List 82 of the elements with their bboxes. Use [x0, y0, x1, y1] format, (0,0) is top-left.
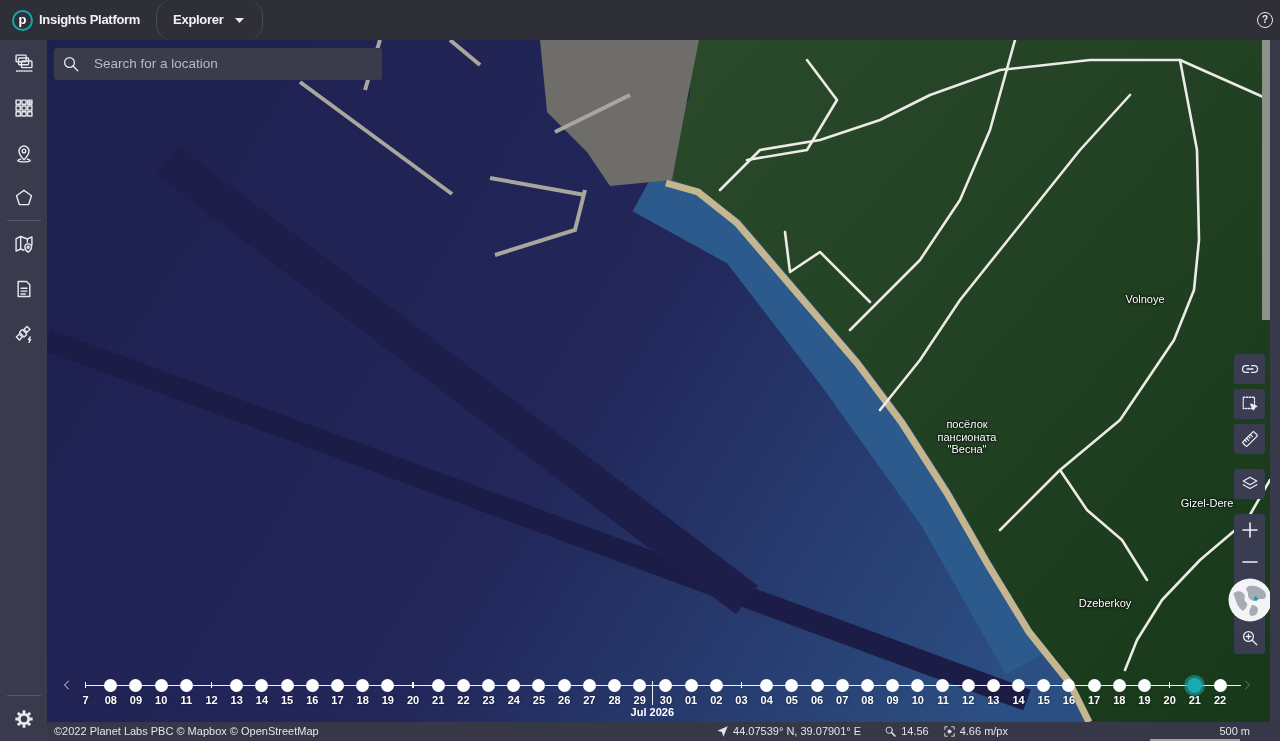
timeline-date[interactable]: 23 [476, 677, 502, 707]
timeline-date[interactable]: 17 [324, 677, 351, 707]
timeline-date[interactable]: 07 [829, 677, 855, 707]
timeline-date[interactable]: 17 [1081, 677, 1107, 707]
scale-text: 500 m [1219, 724, 1250, 739]
timeline-date[interactable]: 27 [576, 677, 602, 707]
measure-button[interactable] [1234, 424, 1265, 454]
logo: p [12, 9, 33, 31]
zoom-level-icon [885, 726, 897, 737]
timeline-date[interactable]: 15 [1031, 677, 1057, 707]
dashed-square-cursor-icon [1240, 395, 1259, 413]
timeline-date[interactable]: 7 [73, 677, 99, 707]
pentagon-icon [13, 187, 34, 208]
search-field[interactable]: Search for a location [54, 48, 382, 80]
plus-icon [1241, 522, 1258, 538]
timeline-date[interactable]: 10 [148, 677, 174, 707]
layers-button[interactable] [1234, 469, 1265, 499]
select-area-button[interactable] [1234, 389, 1265, 419]
folded-map-icon [13, 233, 34, 254]
map-place-label: Gizel-Dere [1180, 496, 1234, 510]
timeline-date[interactable]: 14 [249, 677, 275, 707]
timeline-date[interactable]: 22 [1207, 677, 1233, 707]
timeline-date[interactable]: 19 [375, 677, 401, 707]
timeline-date[interactable]: 04 [754, 677, 780, 707]
timeline-date[interactable]: 14 [1005, 677, 1032, 707]
timeline-date[interactable]: 29 [627, 677, 653, 707]
magnifier-plus-icon [1240, 629, 1259, 647]
timeline-date[interactable]: 18 [1106, 677, 1132, 707]
timeline-date[interactable]: 08 [854, 677, 880, 707]
timeline-date[interactable]: 08 [98, 677, 124, 707]
satellite-icon [13, 323, 34, 344]
month-label: Jul 2026 [630, 706, 674, 719]
timeline-date[interactable]: 16 [299, 677, 325, 707]
timeline-date[interactable]: 05 [779, 677, 805, 707]
resolution-text: 4.66 m/px [959, 724, 1008, 740]
timeline-date[interactable]: 28 [601, 677, 628, 707]
timeline-date[interactable]: 19 [1131, 677, 1158, 707]
link-button[interactable] [1234, 354, 1265, 384]
minus-icon [1241, 561, 1258, 563]
timeline-date[interactable]: 15 [274, 677, 300, 707]
grid-icon [13, 97, 34, 118]
map-place-label: Dzeberkoy [1078, 596, 1132, 610]
zoom-level-text: 14.56 [901, 724, 929, 740]
timeline-date[interactable]: 01 [678, 677, 704, 707]
timeline-date[interactable]: 09 [880, 677, 906, 707]
timeline-date[interactable]: 10 [905, 677, 931, 707]
caret-icon [235, 17, 245, 23]
timeline-date[interactable]: 13 [224, 677, 250, 707]
globe-icon [1227, 578, 1270, 622]
timeline-date[interactable]: 11 [930, 677, 956, 707]
map-place-label: посёлок пансионата "Весна" [936, 418, 998, 456]
timeline-date[interactable]: 21 [1182, 677, 1208, 707]
timeline-date[interactable]: 06 [804, 677, 830, 707]
navigation-arrow-icon [717, 726, 729, 737]
globe-button[interactable] [1227, 578, 1270, 622]
search-input[interactable]: Search for a location [94, 53, 364, 75]
search-icon [62, 55, 80, 73]
timeline-date[interactable]: 20 [1157, 677, 1183, 707]
timeline-date[interactable]: 30 [653, 677, 679, 707]
coordinates-text: 44.07539° N, 39.07901° E [733, 724, 862, 740]
app-title: Insights Platform [39, 11, 141, 30]
timeline-date[interactable]: 18 [350, 677, 376, 707]
ruler-icon [1240, 430, 1259, 448]
timeline-date[interactable]: 25 [526, 677, 552, 707]
timeline-date[interactable]: 12 [955, 677, 981, 707]
timeline-date[interactable]: 09 [123, 677, 149, 707]
timeline-date[interactable]: 16 [1056, 677, 1082, 707]
attribution-text: ©2022 Planet Labs PBC © Mapbox © OpenStreetMap [54, 724, 319, 740]
timeline-date[interactable]: 02 [703, 677, 729, 707]
stacked-windows-icon [13, 52, 34, 73]
timeline-date[interactable]: 13 [980, 677, 1006, 707]
timeline-date[interactable]: 26 [551, 677, 577, 707]
map-place-label: Volnoye [1125, 292, 1165, 306]
timeline-date[interactable]: 20 [400, 677, 426, 707]
timeline-date[interactable]: 11 [173, 677, 199, 707]
timeline-date[interactable]: 22 [450, 677, 476, 707]
timeline-date[interactable]: 03 [728, 677, 755, 707]
timeline-date[interactable]: 24 [501, 677, 527, 707]
focus-frame-icon [943, 726, 955, 737]
timeline-date[interactable]: 21 [425, 677, 451, 707]
settings-icon [13, 708, 34, 729]
timeline-date[interactable]: 12 [198, 677, 225, 707]
